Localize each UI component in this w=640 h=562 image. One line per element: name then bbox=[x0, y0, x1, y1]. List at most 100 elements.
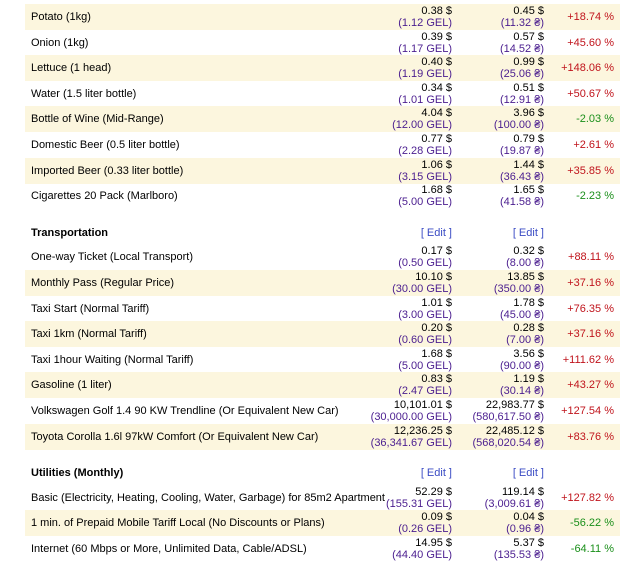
table-row: Imported Beer (0.33 liter bottle) 1.06 $(… bbox=[25, 158, 620, 184]
price-city-1: 0.83 $ (2.47 GEL) bbox=[398, 373, 452, 397]
percent-change: +45.60 % bbox=[567, 37, 614, 49]
price-usd: 52.29 $ bbox=[415, 486, 452, 498]
price-local: (8.00 ₴) bbox=[506, 257, 544, 269]
price-local: (3.00 GEL) bbox=[398, 309, 452, 321]
table-row: Taxi Start (Normal Tariff) 1.01 $ (3.00 GE… bbox=[25, 296, 620, 322]
price-city-2: 0.51 $ (12.91 ₴) bbox=[500, 82, 544, 106]
price-local: (2.28 GEL) bbox=[398, 145, 452, 157]
price-usd: 13.85 $ bbox=[507, 271, 544, 283]
table-row: Internet (60 Mbps or More, Unlimited Dat… bbox=[25, 536, 620, 562]
price-local: (12.91 ₴) bbox=[499, 94, 544, 106]
price-city-2: 0.99 $ (25.06 ₴) bbox=[500, 56, 544, 80]
price-local: (44.40 GEL) bbox=[392, 549, 452, 561]
price-local: (5.00 GEL) bbox=[398, 196, 452, 208]
item-name: Monthly Pass (Regular Price) bbox=[31, 277, 175, 289]
price-city-2: 22,983.77 $ (580,617.50 ₴) bbox=[472, 399, 544, 423]
price-local: (350.00 ₴) bbox=[493, 283, 544, 295]
price-city-1: 10.10 $ (30.00 GEL) bbox=[392, 271, 452, 295]
price-local: (41.58 ₴) bbox=[499, 196, 544, 208]
price-usd: 0.45 $ bbox=[513, 5, 544, 17]
percent-change: +127.82 % bbox=[561, 492, 614, 504]
price-city-1: 0.34 $ (1.01 GEL) bbox=[398, 82, 452, 106]
edit-link-city-2[interactable]: [ Edit ] bbox=[513, 467, 544, 479]
price-city-1: 1.01 $ (3.00 GEL) bbox=[398, 297, 452, 321]
price-local: (1.17 GEL) bbox=[398, 43, 452, 55]
price-city-1: 0.39 $ (1.17 GEL) bbox=[398, 31, 452, 55]
item-name: Taxi Start (Normal Tariff) bbox=[31, 303, 150, 315]
price-usd: 0.09 $ bbox=[421, 511, 452, 523]
price-city-1: 4.04 $ (12.00 GEL) bbox=[392, 107, 452, 131]
percent-change: -56.22 % bbox=[569, 517, 614, 529]
table-row: Gasoline (1 liter) 0.83 $ (2.47 GEL) 1.19 $… bbox=[25, 372, 620, 398]
table-row: Water (1.5 liter bottle) 0.34 $ (1.01 GEL)… bbox=[25, 81, 620, 107]
price-local: (25.06 ₴) bbox=[499, 68, 544, 80]
cost-comparison-table: Potato (1kg) 0.38 $ (1.12 GEL) 0.45 $ (11.32… bbox=[0, 0, 640, 561]
price-usd: 1.68 $ bbox=[421, 184, 452, 196]
percent-change: +127.54 % bbox=[561, 405, 614, 417]
edit-link-city-1[interactable]: [ Edit ] bbox=[421, 227, 452, 239]
price-usd: 0.40 $ bbox=[421, 56, 452, 68]
price-usd: 0.77 $ bbox=[421, 133, 452, 145]
price-usd: 1.78 $ bbox=[513, 297, 544, 309]
item-name: Taxi 1hour Waiting (Normal Tariff) bbox=[31, 354, 194, 366]
price-usd: 3.56 $ bbox=[513, 348, 544, 360]
price-usd: 0.51 $ bbox=[513, 82, 544, 94]
percent-change: +111.62 % bbox=[562, 354, 614, 366]
price-usd: 14.95 $ bbox=[415, 537, 452, 549]
price-city-1: 52.29 $ (155.31 GEL) bbox=[386, 486, 452, 510]
price-local: (1.19 GEL) bbox=[398, 68, 452, 80]
table-row: Lettuce (1 head) 0.40 $ (1.19 GEL) 0.99 $ (2… bbox=[25, 55, 620, 81]
edit-link-city-2[interactable]: [ Edit ] bbox=[513, 227, 544, 239]
percent-change: -2.03 % bbox=[576, 113, 614, 125]
price-city-2: 13.85 $ (350.00 ₴) bbox=[494, 271, 544, 295]
price-usd: 10.10 $ bbox=[415, 271, 452, 283]
percent-change: +83.76 % bbox=[567, 431, 614, 443]
price-local: (36.43 ₴) bbox=[499, 171, 544, 183]
price-local: (36,341.67 GEL) bbox=[370, 437, 452, 449]
price-usd: 0.20 $ bbox=[421, 322, 452, 334]
item-name: Taxi 1km (Normal Tariff) bbox=[31, 328, 147, 340]
price-city-2: 3.56 $ (90.00 ₴) bbox=[500, 348, 544, 372]
price-local: (11.32 ₴) bbox=[500, 17, 544, 29]
table-row: 1 min. of Prepaid Mobile Tariff Local (N… bbox=[25, 510, 620, 536]
price-city-1: 0.20 $ (0.60 GEL) bbox=[398, 322, 452, 346]
price-local: (580,617.50 ₴) bbox=[472, 411, 544, 423]
table-row: Monthly Pass (Regular Price) 10.10 $ (30.0… bbox=[25, 270, 620, 296]
percent-change: +76.35 % bbox=[567, 303, 614, 315]
table-row: Domestic Beer (0.5 liter bottle) 0.77 $ (2… bbox=[25, 132, 620, 158]
percent-change: +88.11 % bbox=[568, 251, 614, 263]
edit-link-city-1[interactable]: [ Edit ] bbox=[421, 467, 452, 479]
section-header: Transportation [ Edit ] [ Edit ] bbox=[25, 219, 620, 245]
table-row: Toyota Corolla 1.6l 97kW Comfort (Or Equ… bbox=[25, 424, 620, 450]
price-usd: 0.79 $ bbox=[513, 133, 544, 145]
price-city-2: 0.45 $ (11.32 ₴) bbox=[501, 5, 544, 29]
percent-change: +2.61 % bbox=[573, 139, 614, 151]
price-local: (135.53 ₴) bbox=[493, 549, 544, 561]
price-usd: 22,485.12 $ bbox=[485, 425, 544, 437]
price-usd: 5.37 $ bbox=[513, 537, 544, 549]
percent-change: -2.23 % bbox=[576, 190, 614, 202]
item-name: Volkswagen Golf 1.4 90 KW Trendline (Or … bbox=[31, 405, 339, 417]
price-usd: 0.28 $ bbox=[513, 322, 544, 334]
price-usd: 1.65 $ bbox=[513, 184, 544, 196]
percent-change: +37.16 % bbox=[567, 328, 614, 340]
item-name: Toyota Corolla 1.6l 97kW Comfort (Or Equ… bbox=[31, 431, 319, 443]
percent-change: +35.85 % bbox=[567, 165, 614, 177]
price-local: (12.00 GEL) bbox=[392, 119, 452, 131]
price-usd: 4.04 $ bbox=[421, 107, 452, 119]
table-row: Volkswagen Golf 1.4 90 KW Trendline (Or … bbox=[25, 398, 620, 424]
percent-change: +18.74 % bbox=[567, 11, 614, 23]
item-name: Basic (Electricity, Heating, Cooling, Wa… bbox=[31, 492, 385, 504]
price-city-2: 0.32 $ (8.00 ₴) bbox=[506, 245, 544, 269]
price-usd: 1.44 $ bbox=[513, 159, 544, 171]
price-local: (0.60 GEL) bbox=[398, 334, 452, 346]
price-usd: 0.83 $ bbox=[421, 373, 452, 385]
table-row: Bottle of Wine (Mid-Range) 4.04 $ (12.00 G… bbox=[25, 106, 620, 132]
price-local: (1.12 GEL) bbox=[398, 17, 452, 29]
table-row: Cigarettes 20 Pack (Marlboro) 1.68 $ (5.00… bbox=[25, 183, 620, 209]
price-city-2: 1.44 $ (36.43 ₴) bbox=[500, 159, 544, 183]
table-row: Taxi 1km (Normal Tariff) 0.20 $ (0.60 GEL)… bbox=[25, 321, 620, 347]
price-usd: 0.04 $ bbox=[513, 511, 544, 523]
price-city-2: 1.65 $ (41.58 ₴) bbox=[500, 184, 544, 208]
price-usd: 0.34 $ bbox=[421, 82, 452, 94]
